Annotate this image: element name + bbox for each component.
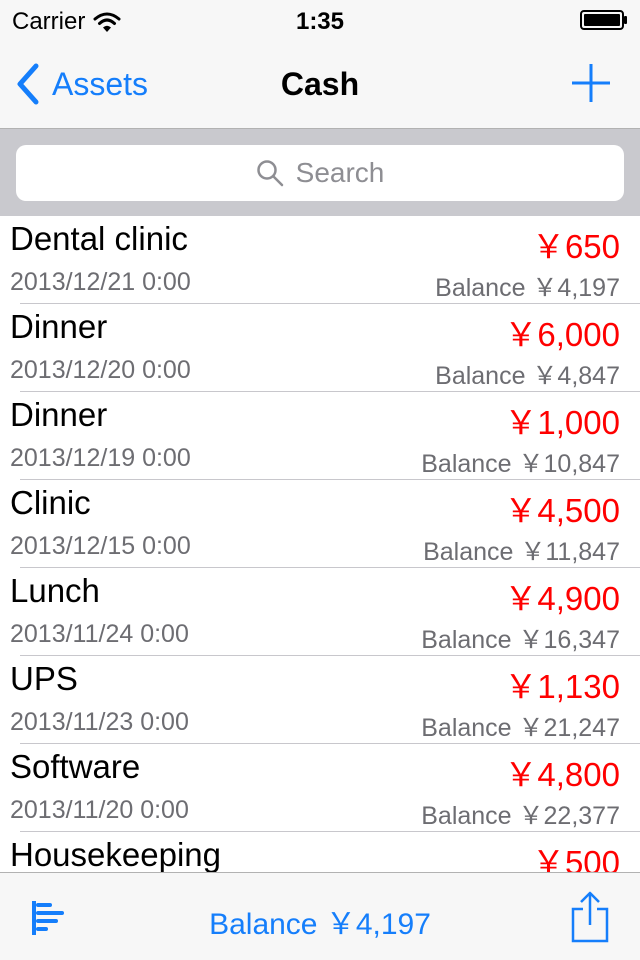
toolbar-balance: Balance ￥4,197 bbox=[209, 908, 431, 941]
transaction-date: 2013/12/19 0:00 bbox=[10, 444, 191, 472]
transaction-balance: Balance ￥10,847 bbox=[421, 450, 620, 478]
transaction-date: 2013/12/20 0:00 bbox=[10, 356, 191, 384]
transaction-date: 2013/11/23 0:00 bbox=[10, 708, 189, 736]
transaction-balance: Balance ￥11,847 bbox=[423, 538, 620, 566]
transaction-date: 2013/12/21 0:00 bbox=[10, 268, 191, 296]
transaction-title: Dental clinic bbox=[10, 220, 188, 257]
list-item[interactable]: Dinner ￥1,000 2013/12/19 0:00 Balance ￥1… bbox=[0, 392, 640, 480]
transaction-title: Lunch bbox=[10, 572, 100, 609]
search-input[interactable]: Search bbox=[16, 145, 624, 201]
list-item[interactable]: Dental clinic ￥650 2013/12/21 0:00 Balan… bbox=[0, 216, 640, 304]
navigation-bar: Assets Cash bbox=[0, 40, 640, 128]
transaction-balance: Balance ￥4,847 bbox=[435, 362, 620, 390]
search-bar: Search bbox=[0, 128, 640, 216]
transaction-title: Housekeeping bbox=[10, 836, 221, 872]
plus-icon[interactable] bbox=[570, 62, 612, 104]
list-item[interactable]: Clinic ￥4,500 2013/12/15 0:00 Balance ￥1… bbox=[0, 480, 640, 568]
transaction-balance: Balance ￥21,247 bbox=[421, 714, 620, 742]
transaction-title: Software bbox=[10, 748, 141, 785]
status-time: 1:35 bbox=[295, 8, 345, 35]
share-icon[interactable] bbox=[570, 891, 610, 943]
transaction-list: Dental clinic ￥650 2013/12/21 0:00 Balan… bbox=[0, 216, 640, 872]
status-bar: Carrier 1:35 bbox=[0, 0, 640, 40]
list-item[interactable]: Software ￥4,800 2013/11/20 0:00 Balance … bbox=[0, 744, 640, 832]
search-placeholder: Search bbox=[295, 157, 385, 188]
battery-icon bbox=[580, 10, 627, 30]
list-item[interactable]: Housekeeping ￥500 bbox=[0, 832, 640, 872]
transaction-title: Clinic bbox=[10, 484, 91, 521]
transaction-amount: ￥1,000 bbox=[504, 404, 620, 441]
transaction-date: 2013/11/24 0:00 bbox=[10, 620, 189, 648]
transaction-date: 2013/12/15 0:00 bbox=[10, 532, 191, 560]
transaction-amount: ￥650 bbox=[531, 228, 620, 265]
transaction-amount: ￥500 bbox=[531, 844, 620, 872]
transaction-title: Dinner bbox=[10, 396, 108, 433]
transaction-amount: ￥4,900 bbox=[504, 580, 620, 617]
transaction-title: UPS bbox=[10, 660, 78, 697]
transaction-amount: ￥4,500 bbox=[504, 492, 620, 529]
list-item[interactable]: UPS ￥1,130 2013/11/23 0:00 Balance ￥21,2… bbox=[0, 656, 640, 744]
transaction-balance: Balance ￥22,377 bbox=[421, 802, 620, 830]
list-item[interactable]: Dinner ￥6,000 2013/12/20 0:00 Balance ￥4… bbox=[0, 304, 640, 392]
transaction-date: 2013/11/20 0:00 bbox=[10, 796, 189, 824]
transaction-title: Dinner bbox=[10, 308, 108, 345]
page-title: Cash bbox=[280, 66, 360, 102]
transaction-amount: ￥4,800 bbox=[504, 756, 620, 793]
transaction-amount: ￥1,130 bbox=[504, 668, 620, 705]
transaction-amount: ￥6,000 bbox=[504, 316, 620, 353]
bottom-toolbar: Balance ￥4,197 bbox=[0, 872, 640, 960]
search-icon bbox=[256, 160, 283, 187]
list-item[interactable]: Lunch ￥4,900 2013/11/24 0:00 Balance ￥16… bbox=[0, 568, 640, 656]
transaction-balance: Balance ￥4,197 bbox=[435, 274, 620, 302]
transaction-balance: Balance ￥16,347 bbox=[421, 626, 620, 654]
